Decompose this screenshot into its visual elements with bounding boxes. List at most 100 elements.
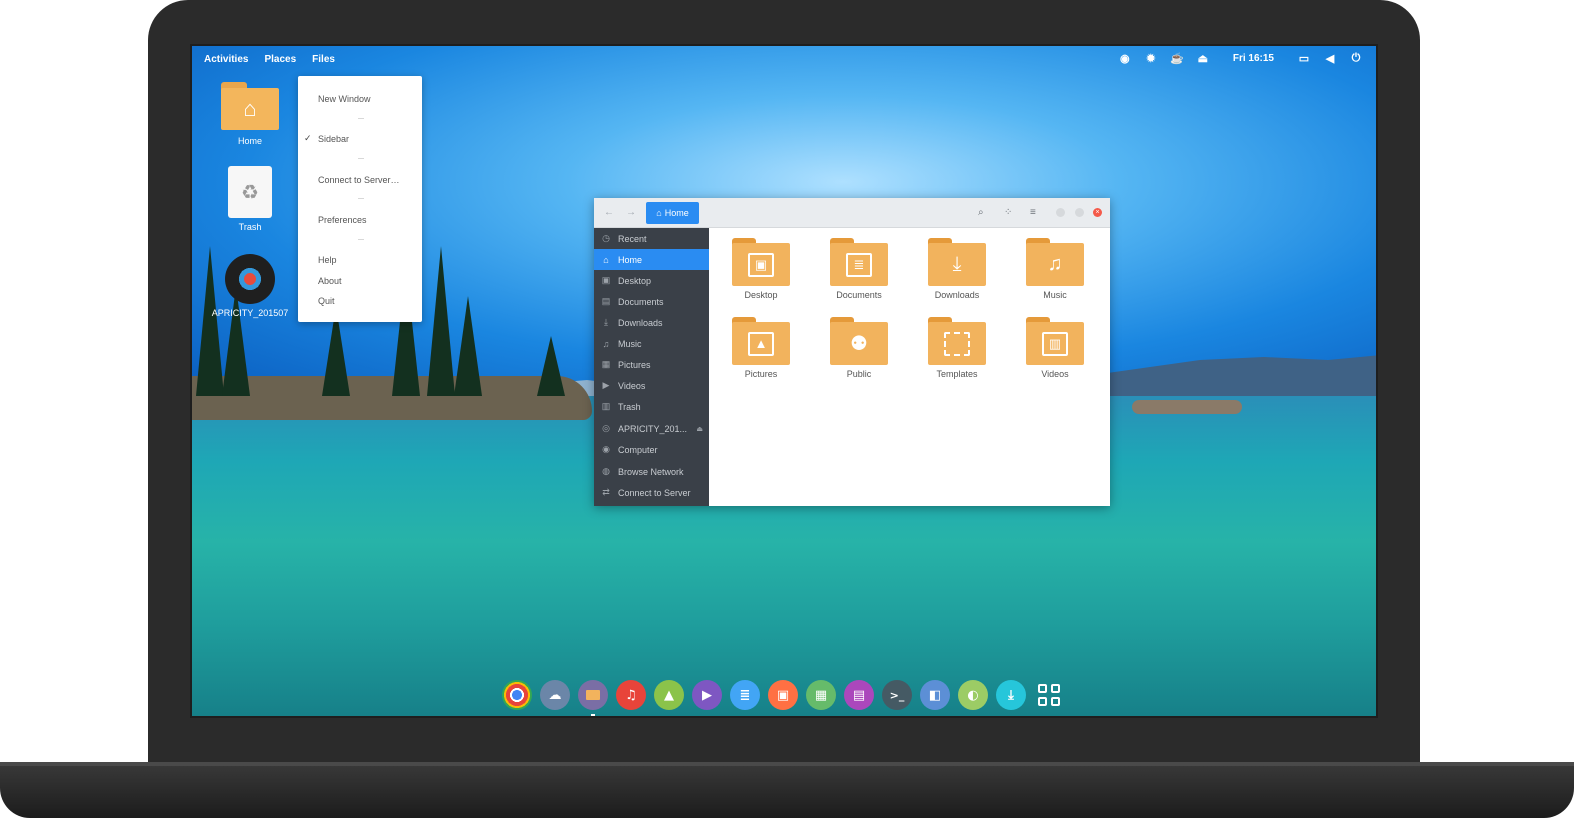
app-grid-icon[interactable] xyxy=(1034,680,1064,710)
sidebar-item-videos[interactable]: ▶ Videos xyxy=(594,375,709,396)
sidebar-item-music[interactable]: ♫ Music xyxy=(594,333,709,354)
disc-icon xyxy=(225,254,275,304)
eject-icon[interactable]: ⏏ xyxy=(696,425,703,433)
menu-item-preferences[interactable]: Preferences xyxy=(318,215,367,225)
clock-icon: ◷ xyxy=(602,233,610,243)
folder-label: Public xyxy=(846,369,872,379)
sidebar-item-downloads[interactable]: ⤓ Downloads xyxy=(594,312,709,333)
folder-label: Videos xyxy=(1041,369,1069,379)
hamburger-menu-icon[interactable]: ≡ xyxy=(1030,207,1036,218)
grid-view-icon[interactable]: ⁘ xyxy=(1004,207,1012,218)
globe-icon[interactable]: ◉ xyxy=(1119,52,1131,65)
sidebar-item-pictures[interactable]: ▦ Pictures xyxy=(594,354,709,375)
eject-icon[interactable]: ⏏ xyxy=(1197,52,1209,65)
search-icon[interactable]: ⌕ xyxy=(978,207,984,218)
menu-item-about[interactable]: About xyxy=(318,276,342,286)
places-menu[interactable]: Places xyxy=(264,54,296,65)
sidebar-item-label: Documents xyxy=(618,296,664,307)
document-viewer-icon[interactable]: ▤ xyxy=(844,680,874,710)
desktop-icon-label: APRICITY_201507 xyxy=(211,308,289,318)
folder-documents[interactable]: ≣ Documents xyxy=(819,238,899,300)
folder-music[interactable]: ♫ Music xyxy=(1015,238,1095,300)
sidebar-item-trash[interactable]: ▥ Trash xyxy=(594,396,709,417)
menu-separator xyxy=(358,198,364,199)
maximize-icon[interactable] xyxy=(1075,208,1084,217)
chrome-icon[interactable] xyxy=(502,680,532,710)
download-icon: ⤓ xyxy=(604,317,608,327)
sidebar-item-label: Recent xyxy=(618,233,647,244)
sidebar: ◷ Recent ⌂ Home ▣ Desktop ▤ Documents ⤓ Downl… xyxy=(594,228,709,506)
path-button-home[interactable]: ⌂ Home xyxy=(646,202,699,224)
menu-item-quit[interactable]: Quit xyxy=(318,296,335,306)
top-bar: Activities Places Files ◉ ✹ ☕ ⏏ Fri 16:1… xyxy=(192,46,1376,72)
folder-downloads[interactable]: ⤓ Downloads xyxy=(917,238,997,300)
close-icon[interactable]: × xyxy=(1093,208,1102,217)
folder-videos[interactable]: ▥ Videos xyxy=(1015,317,1095,379)
settings-toggle-icon[interactable]: ◐ xyxy=(958,680,988,710)
window-switcher-icon[interactable]: ◧ xyxy=(920,680,950,710)
menu-separator xyxy=(358,118,364,119)
volume-icon[interactable]: ◀ xyxy=(1324,52,1336,65)
display-icon[interactable]: ▭ xyxy=(1298,52,1310,65)
cloud-icon[interactable]: ☁ xyxy=(540,680,570,710)
path-label: Home xyxy=(664,208,689,218)
desktop-icon-disc[interactable]: APRICITY_201507 xyxy=(205,254,295,318)
writer-icon[interactable]: ≣ xyxy=(730,680,760,710)
calc-icon[interactable]: ▦ xyxy=(806,680,836,710)
files-icon[interactable] xyxy=(578,680,608,716)
sidebar-item-connect-to-server[interactable]: ⇄ Connect to Server xyxy=(594,482,709,503)
sidebar-item-documents[interactable]: ▤ Documents xyxy=(594,291,709,312)
desktop-icon-home[interactable]: ⌂ Home xyxy=(205,82,295,146)
files-menu[interactable]: Files xyxy=(312,54,335,65)
photos-icon[interactable]: ▲ xyxy=(654,680,684,710)
menu-separator xyxy=(358,158,364,159)
sidebar-item-desktop[interactable]: ▣ Desktop xyxy=(594,270,709,291)
file-manager-window: ← → ⌂ Home ⌕ ⁘ ≡ × ◷ Recent ⌂ Home ▣ Deskto… xyxy=(594,198,1110,506)
menu-item-help[interactable]: Help xyxy=(318,255,337,265)
folder-templates[interactable]: Templates xyxy=(917,317,997,379)
menu-item-sidebar[interactable]: Sidebar xyxy=(318,134,349,144)
sidebar-item-label: Home xyxy=(618,254,643,265)
back-arrow-icon[interactable]: ← xyxy=(604,207,614,218)
home-folder-icon: ⌂ xyxy=(221,82,279,130)
sidebar-item-label: Music xyxy=(618,338,642,349)
menu-item-connect-to-server[interactable]: Connect to Server… xyxy=(318,175,400,185)
home-icon: ⌂ xyxy=(603,254,609,265)
document-icon: ≣ xyxy=(846,252,872,277)
folder-label: Pictures xyxy=(744,369,778,379)
window-header: ← → ⌂ Home ⌕ ⁘ ≡ × xyxy=(594,198,1110,228)
clock[interactable]: Fri 16:15 xyxy=(1233,53,1274,64)
terminal-icon[interactable]: >_ xyxy=(882,680,912,710)
impress-icon[interactable]: ▣ xyxy=(768,680,798,710)
dock: ☁ ♫ ▲ ▶ ≣ ▣ ▦ ▤ >_ ◧ ◐ ⤓ xyxy=(502,678,1064,716)
folder-desktop[interactable]: ▣ Desktop xyxy=(721,238,801,300)
sidebar-item-label: Videos xyxy=(618,380,646,391)
forward-arrow-icon[interactable]: → xyxy=(626,207,636,218)
sidebar-item-label: Browse Network xyxy=(618,466,684,477)
wallpaper-rocks xyxy=(1132,400,1242,414)
coffee-icon[interactable]: ☕ xyxy=(1170,52,1184,65)
folder-public[interactable]: ⚉ Public xyxy=(819,317,899,379)
sidebar-item-recent[interactable]: ◷ Recent xyxy=(594,228,709,249)
activities-button[interactable]: Activities xyxy=(204,54,248,65)
trash-icon: ▥ xyxy=(601,401,611,411)
software-center-icon[interactable]: ⤓ xyxy=(996,680,1026,710)
power-icon[interactable]: ⏻ xyxy=(1350,52,1362,64)
document-icon: ▤ xyxy=(601,296,611,306)
sidebar-item-computer[interactable]: ◉ Computer xyxy=(594,439,709,460)
minimize-icon[interactable] xyxy=(1056,208,1065,217)
desktop-icon-trash[interactable]: ♻ Trash xyxy=(205,166,295,232)
sidebar-item-browse-network[interactable]: ◍ Browse Network xyxy=(594,461,709,482)
sidebar-item-home[interactable]: ⌂ Home xyxy=(594,249,709,270)
menu-item-new-window[interactable]: New Window xyxy=(318,94,371,104)
music-icon[interactable]: ♫ xyxy=(616,680,646,710)
video-player-icon[interactable]: ▶ xyxy=(692,680,722,710)
menu-separator xyxy=(358,239,364,240)
folder-pictures[interactable]: ▲ Pictures xyxy=(721,317,801,379)
settings-gear-icon[interactable]: ✹ xyxy=(1145,52,1157,65)
music-icon: ♫ xyxy=(1026,243,1084,286)
sidebar-item-disc[interactable]: ◎ APRICITY_201... ⏏ xyxy=(594,418,709,439)
files-dropdown-menu: New Window ✓ Sidebar Connect to Server… … xyxy=(298,76,422,322)
film-icon: ▥ xyxy=(1042,331,1068,356)
template-icon xyxy=(944,331,970,356)
